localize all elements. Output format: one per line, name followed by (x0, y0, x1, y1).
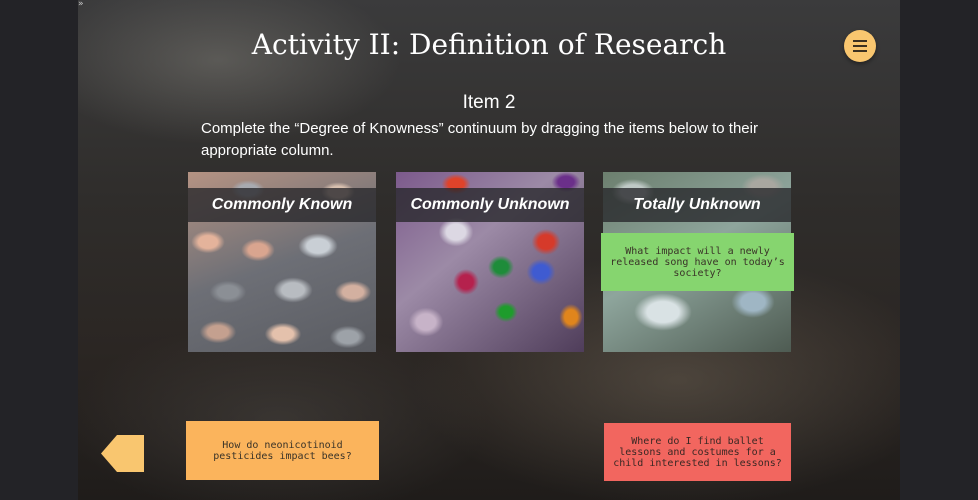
draggable-card-ballet-lessons[interactable]: Where do I find ballet lessons and costu… (604, 423, 791, 481)
hamburger-menu-icon (853, 40, 867, 52)
drop-column-commonly-known[interactable]: Commonly Known (188, 172, 376, 352)
arrow-left-icon (101, 435, 144, 472)
column-header: Totally Unknown (603, 188, 791, 222)
column-header: Commonly Known (188, 188, 376, 222)
sidebar-toggle-icon[interactable]: » (78, 0, 88, 9)
activity-stage: » Activity II: Definition of Research It… (0, 0, 978, 500)
drop-column-commonly-unknown[interactable]: Commonly Unknown (396, 172, 584, 352)
item-number: Item 2 (462, 92, 516, 113)
card-text: Where do I find ballet lessons and costu… (613, 435, 782, 469)
column-header: Commonly Unknown (396, 188, 584, 222)
menu-button[interactable] (844, 30, 876, 62)
draggable-card-song-impact[interactable]: What impact will a newly released song h… (601, 233, 794, 291)
back-button[interactable] (101, 435, 144, 472)
draggable-card-pesticides-bees[interactable]: How do neonicotinoid pesticides impact b… (186, 421, 379, 480)
card-text: How do neonicotinoid pesticides impact b… (213, 439, 352, 462)
card-text: What impact will a newly released song h… (610, 245, 785, 279)
page-title: Activity II: Definition of Research (251, 28, 727, 61)
instructions-text: Complete the “Degree of Knowness” contin… (201, 120, 758, 159)
